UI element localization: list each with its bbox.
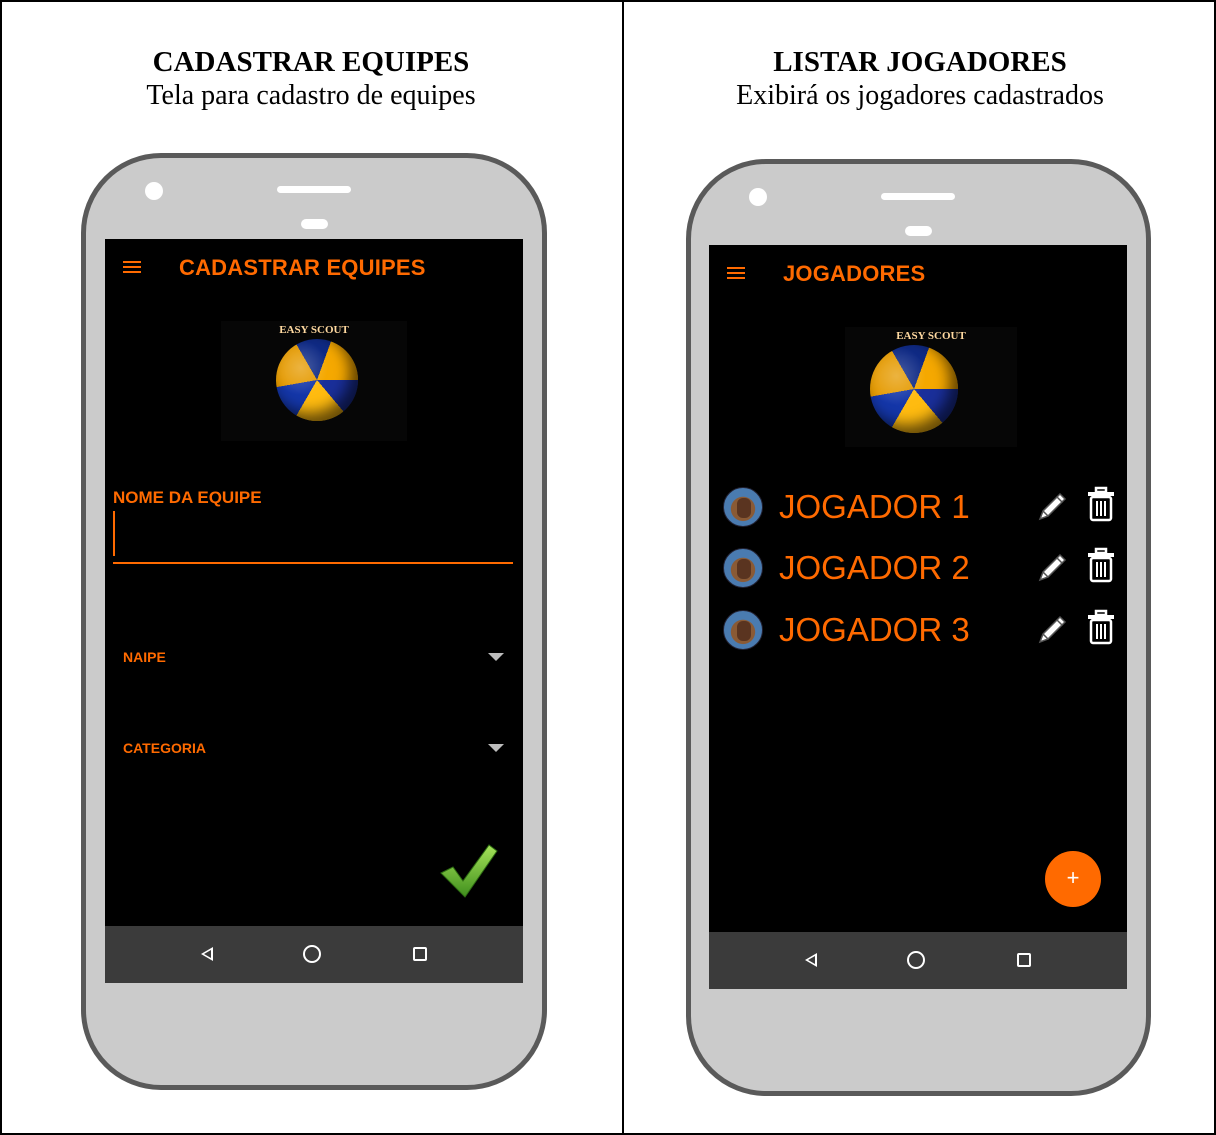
pencil-icon[interactable] bbox=[1035, 613, 1069, 647]
front-camera-left bbox=[145, 182, 163, 200]
left-caption-subtitle: Tela para cadastro de equipes bbox=[146, 80, 476, 111]
volleyball-icon bbox=[276, 339, 358, 421]
home-icon[interactable] bbox=[303, 945, 321, 963]
sensor-right bbox=[905, 226, 932, 236]
trash-icon[interactable] bbox=[1086, 547, 1116, 583]
easy-scout-logo: EASY SCOUT bbox=[221, 321, 407, 441]
screen-cadastrar-equipes: CADASTRAR EQUIPES EASY SCOUT NOME DA EQU… bbox=[105, 239, 523, 983]
app-bar: CADASTRAR EQUIPES bbox=[105, 239, 523, 297]
recent-apps-icon[interactable] bbox=[1017, 953, 1031, 967]
team-name-input[interactable] bbox=[113, 509, 513, 563]
easy-scout-logo: EASY SCOUT bbox=[845, 327, 1017, 447]
android-nav-bar bbox=[709, 932, 1127, 989]
categoria-dropdown[interactable]: CATEGORIA bbox=[105, 725, 523, 765]
hamburger-menu-icon[interactable] bbox=[123, 261, 141, 273]
home-icon[interactable] bbox=[907, 951, 925, 969]
categoria-label: CATEGORIA bbox=[123, 740, 206, 756]
logo-text: EASY SCOUT bbox=[896, 330, 966, 342]
app-bar-title: JOGADORES bbox=[783, 261, 926, 286]
recent-apps-icon[interactable] bbox=[413, 947, 427, 961]
add-player-button[interactable]: + bbox=[1045, 851, 1101, 907]
right-caption-title: LISTAR JOGADORES bbox=[773, 46, 1067, 78]
team-name-label: NOME DA EQUIPE bbox=[113, 488, 262, 507]
player-list-item[interactable]: JOGADOR 3 bbox=[709, 605, 1127, 655]
app-bar-title: CADASTRAR EQUIPES bbox=[179, 255, 426, 280]
front-camera-right bbox=[749, 188, 767, 206]
sensor-left bbox=[301, 219, 328, 229]
chevron-down-icon bbox=[488, 653, 504, 661]
pencil-icon[interactable] bbox=[1035, 551, 1069, 585]
player-list-item[interactable]: JOGADOR 1 bbox=[709, 482, 1127, 532]
screen-listar-jogadores: JOGADORES EASY SCOUT JOGADOR 1 JOGADOR 2 bbox=[709, 245, 1127, 989]
left-caption: CADASTRAR EQUIPES Tela para cadastro de … bbox=[0, 45, 622, 113]
pencil-icon[interactable] bbox=[1035, 490, 1069, 524]
column-divider bbox=[622, 0, 624, 1135]
player-name: JOGADOR 1 bbox=[779, 488, 970, 525]
player-avatar bbox=[723, 487, 763, 527]
back-icon[interactable] bbox=[201, 947, 213, 961]
player-name: JOGADOR 3 bbox=[779, 611, 970, 648]
player-list-item[interactable]: JOGADOR 2 bbox=[709, 543, 1127, 593]
speaker-right bbox=[881, 193, 955, 200]
player-avatar bbox=[723, 610, 763, 650]
team-name-underline bbox=[113, 562, 513, 564]
naipe-dropdown[interactable]: NAIPE bbox=[105, 634, 523, 674]
android-nav-bar bbox=[105, 926, 523, 983]
right-caption-subtitle: Exibirá os jogadores cadastrados bbox=[736, 80, 1104, 111]
volleyball-icon bbox=[870, 345, 958, 433]
left-caption-title: CADASTRAR EQUIPES bbox=[152, 46, 470, 78]
logo-text: EASY SCOUT bbox=[279, 324, 349, 336]
hamburger-menu-icon[interactable] bbox=[727, 267, 745, 279]
text-cursor bbox=[113, 511, 115, 556]
speaker-left bbox=[277, 186, 351, 193]
trash-icon[interactable] bbox=[1086, 486, 1116, 522]
chevron-down-icon bbox=[488, 744, 504, 752]
right-caption: LISTAR JOGADORES Exibirá os jogadores ca… bbox=[624, 45, 1216, 113]
app-bar: JOGADORES bbox=[709, 245, 1127, 303]
player-name: JOGADOR 2 bbox=[779, 549, 970, 586]
player-avatar bbox=[723, 548, 763, 588]
naipe-label: NAIPE bbox=[123, 649, 166, 665]
trash-icon[interactable] bbox=[1086, 609, 1116, 645]
checkmark-icon[interactable] bbox=[439, 843, 499, 901]
back-icon[interactable] bbox=[805, 953, 817, 967]
